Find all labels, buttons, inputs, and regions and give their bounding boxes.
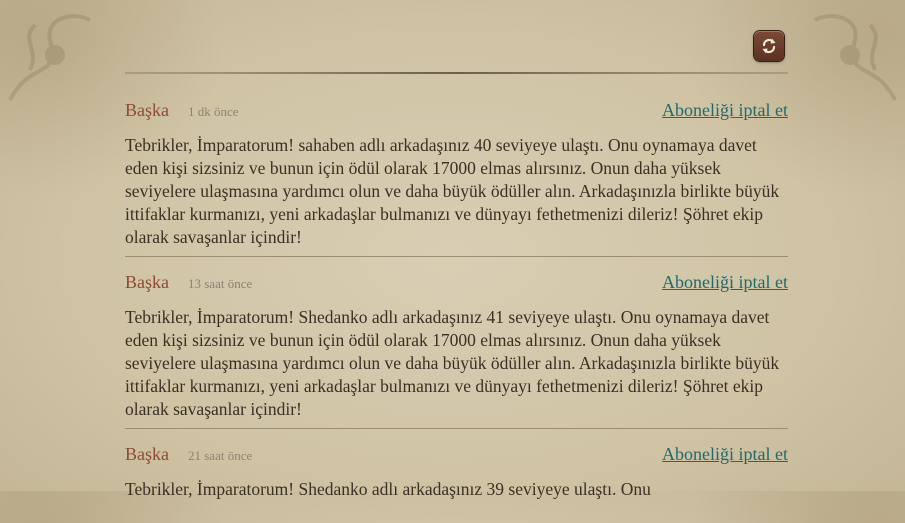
sender-name: Başka — [125, 444, 169, 464]
notification-feed: Başka 1 dk önce Aboneliği iptal et Tebri… — [125, 100, 788, 523]
divider — [125, 72, 788, 74]
unsubscribe-link[interactable]: Aboneliği iptal et — [662, 100, 788, 121]
notification-item: Başka 13 saat önce Aboneliği iptal et Te… — [125, 272, 788, 429]
timestamp: 21 saat önce — [188, 448, 253, 463]
notification-message: Tebrikler, İmparatorum! sahaben adlı ark… — [125, 135, 780, 247]
refresh-icon — [762, 38, 776, 54]
timestamp: 1 dk önce — [188, 104, 239, 119]
notification-item: Başka 1 dk önce Aboneliği iptal et Tebri… — [125, 100, 788, 257]
timestamp: 13 saat önce — [188, 276, 253, 291]
unsubscribe-link[interactable]: Aboneliği iptal et — [662, 444, 788, 465]
notification-header: Başka 1 dk önce Aboneliği iptal et — [125, 100, 788, 126]
notification-header: Başka 13 saat önce Aboneliği iptal et — [125, 272, 788, 298]
corner-ornament-right — [814, 14, 897, 101]
refresh-button[interactable] — [754, 31, 784, 61]
notification-header: Başka 21 saat önce Aboneliği iptal et — [125, 444, 788, 470]
sender-name: Başka — [125, 272, 169, 292]
notification-message: Tebrikler, İmparatorum! Shedanko adlı ar… — [125, 307, 780, 419]
corner-ornament-left — [8, 14, 91, 101]
unsubscribe-link[interactable]: Aboneliği iptal et — [662, 272, 788, 293]
notification-message: Tebrikler, İmparatorum! Shedanko adlı ar… — [125, 479, 651, 499]
sender-name: Başka — [125, 100, 169, 120]
notification-item: Başka 21 saat önce Aboneliği iptal et Te… — [125, 444, 788, 508]
feed-toolbar — [125, 0, 788, 75]
